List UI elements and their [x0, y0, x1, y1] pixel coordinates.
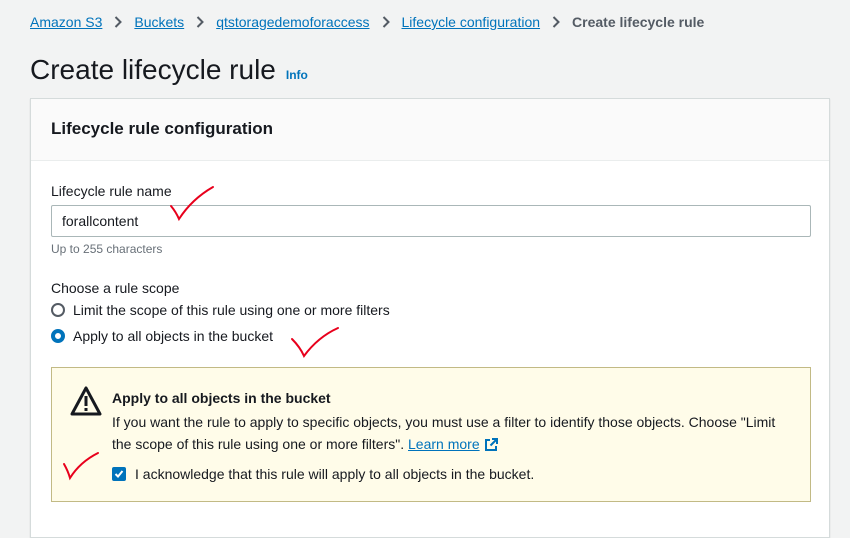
lifecycle-rule-configuration-panel: Lifecycle rule configuration Lifecycle r… — [30, 98, 830, 538]
acknowledge-checkbox[interactable] — [112, 467, 126, 481]
breadcrumb: Amazon S3 Buckets qtstoragedemoforaccess… — [30, 12, 704, 32]
rule-name-label: Lifecycle rule name — [51, 183, 172, 199]
info-link[interactable]: Info — [286, 68, 308, 82]
breadcrumb-current: Create lifecycle rule — [572, 14, 705, 30]
page-header: Create lifecycle rule Info — [30, 54, 308, 86]
breadcrumb-link-bucket-name[interactable]: qtstoragedemoforaccess — [216, 14, 369, 30]
chevron-right-icon — [114, 16, 123, 28]
warning-alert: Apply to all objects in the bucket If yo… — [51, 367, 811, 502]
alert-title: Apply to all objects in the bucket — [112, 390, 331, 406]
rule-name-input[interactable] — [51, 205, 811, 237]
checkmark-icon — [114, 470, 124, 478]
alert-body: If you want the rule to apply to specifi… — [112, 411, 792, 458]
scope-option-apply-to-all[interactable]: Apply to all objects in the bucket — [51, 328, 273, 344]
scope-option-limit-with-filters[interactable]: Limit the scope of this rule using one o… — [51, 302, 390, 318]
radio-unselected-icon[interactable] — [51, 303, 65, 317]
scope-option-label: Apply to all objects in the bucket — [73, 328, 274, 344]
rule-scope-label: Choose a rule scope — [51, 280, 180, 296]
chevron-right-icon — [552, 16, 560, 28]
radio-selected-icon[interactable] — [51, 329, 65, 343]
learn-more-link[interactable]: Learn more — [408, 436, 480, 452]
acknowledge-label: I acknowledge that this rule will apply … — [135, 466, 535, 482]
scope-option-label: Limit the scope of this rule using one o… — [73, 302, 390, 318]
chevron-right-icon — [382, 16, 390, 28]
chevron-right-icon — [196, 16, 205, 28]
panel-title: Lifecycle rule configuration — [51, 119, 273, 138]
acknowledge-checkbox-row[interactable]: I acknowledge that this rule will apply … — [112, 466, 534, 482]
external-link-icon[interactable] — [484, 436, 498, 458]
breadcrumb-link-amazon-s3[interactable]: Amazon S3 — [30, 14, 102, 30]
warning-icon — [70, 386, 102, 421]
breadcrumb-link-buckets[interactable]: Buckets — [134, 14, 184, 30]
panel-header: Lifecycle rule configuration — [31, 99, 829, 161]
rule-name-hint: Up to 255 characters — [51, 242, 163, 256]
page-title: Create lifecycle rule — [30, 54, 276, 85]
breadcrumb-link-lifecycle-configuration[interactable]: Lifecycle configuration — [402, 14, 541, 30]
